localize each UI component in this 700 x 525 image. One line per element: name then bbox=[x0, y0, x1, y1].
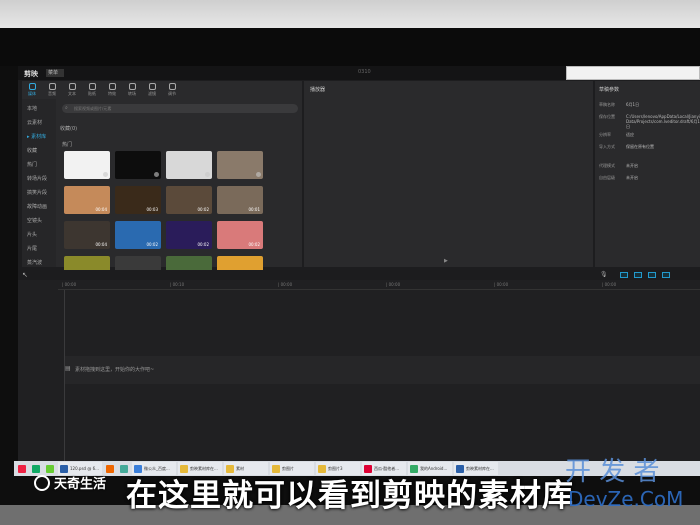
thumbnail-duration: 00:03 bbox=[146, 207, 158, 212]
property-value: 6月1日 bbox=[626, 102, 640, 107]
download-icon[interactable] bbox=[205, 172, 210, 177]
thumbnail-duration: 00:04 bbox=[95, 207, 107, 212]
property-key: 自由层级 bbox=[599, 175, 615, 180]
thumbnail-duration: 00:02 bbox=[197, 242, 209, 247]
site-watermark-cn: 开 发 者 bbox=[565, 457, 660, 487]
thumbnail-grid: 00:04 00:03 00:02 00:01 00:04 00:02 00:02 00:02… bbox=[22, 81, 302, 284]
media-thumbnail[interactable] bbox=[217, 151, 263, 179]
property-value: 未开启 bbox=[626, 163, 638, 168]
ruler-tick: | 00:00 bbox=[386, 282, 401, 287]
property-key: 代理模式 bbox=[599, 163, 615, 168]
jianying-app-window: 剪映 菜单 0310 媒体 音频 文本 贴纸 特效 转场 滤镜 调节 本地 云素材 ▸ 素材库 收藏… bbox=[18, 66, 700, 461]
property-key: 草稿名称 bbox=[599, 102, 615, 107]
ruler-tick: | 00:00 bbox=[602, 282, 617, 287]
microphone-icon[interactable]: 🎙 bbox=[600, 271, 608, 278]
property-value: 未开启 bbox=[626, 175, 638, 180]
ruler-tick: | 00:00 bbox=[494, 282, 509, 287]
media-thumbnail[interactable] bbox=[64, 151, 110, 179]
player-panel: 播放器 ▶ bbox=[304, 81, 593, 267]
media-thumbnail[interactable]: 00:02 bbox=[166, 186, 212, 214]
property-value: 保留在原有位置 bbox=[626, 144, 654, 149]
thumbnail-duration: 00:01 bbox=[248, 207, 260, 212]
menu-button[interactable]: 菜单 bbox=[46, 69, 64, 77]
ruler-tick: | 00:00 bbox=[278, 282, 293, 287]
thumbnail-duration: 00:02 bbox=[197, 207, 209, 212]
player-title: 播放器 bbox=[310, 87, 326, 93]
thumbnail-duration: 00:02 bbox=[248, 242, 260, 247]
property-key: 保存位置 bbox=[599, 114, 615, 119]
timeline-toggle-1[interactable] bbox=[620, 272, 628, 278]
thumbnail-duration: 00:02 bbox=[146, 242, 158, 247]
background-wall bbox=[0, 0, 700, 28]
media-library-panel: 媒体 音频 文本 贴纸 特效 转场 滤镜 调节 本地 云素材 ▸ 素材库 收藏 热门 转场片段 搞笑片段故… bbox=[22, 81, 302, 284]
download-icon[interactable] bbox=[154, 172, 159, 177]
media-thumbnail[interactable] bbox=[166, 151, 212, 179]
media-thumbnail[interactable]: 00:04 bbox=[64, 221, 110, 249]
track-icon: ▤ bbox=[65, 365, 71, 372]
media-thumbnail[interactable]: 00:04 bbox=[64, 186, 110, 214]
ruler-tick: | 00:10 bbox=[170, 282, 185, 287]
window-title: 0310 bbox=[358, 69, 371, 75]
media-thumbnail[interactable]: 00:03 bbox=[115, 186, 161, 214]
property-key: 分辨率 bbox=[599, 132, 611, 137]
media-thumbnail[interactable]: 00:02 bbox=[217, 221, 263, 249]
monitor-bezel bbox=[0, 28, 700, 66]
timeline-toggle-2[interactable] bbox=[634, 272, 642, 278]
timeline-toolbar: ↖ 🎙 bbox=[18, 270, 700, 280]
title-bar: 剪映 菜单 0310 bbox=[18, 66, 700, 80]
timeline-toggle-4[interactable] bbox=[662, 272, 670, 278]
property-key: 导入方式 bbox=[599, 144, 615, 149]
properties-panel: 草稿参数 草稿名称 6月1日保存位置 C:/Users/lenovo/AppData… bbox=[595, 81, 700, 267]
timeline-ruler: | 00:00 | 00:10 | 00:00 | 00:00 | 00:00 | 00:… bbox=[58, 282, 700, 290]
download-icon[interactable] bbox=[103, 172, 108, 177]
timeline-panel: ↖ 🎙 | 00:00 | 00:10 | 00:00 | 00:00 | 00:00 |… bbox=[18, 270, 700, 461]
timeline-toggle-3[interactable] bbox=[648, 272, 656, 278]
site-watermark-en: DevZe.CoM bbox=[568, 487, 684, 511]
cursor-tool-icon[interactable]: ↖ bbox=[22, 271, 28, 279]
properties-title: 草稿参数 bbox=[599, 87, 620, 93]
main-track-dropzone[interactable]: ▤ 素材拖拽到这里，开始你的大作吧~ bbox=[65, 356, 700, 384]
ruler-tick: | 00:00 bbox=[62, 282, 77, 287]
screen-capture: 剪映 菜单 0310 媒体 音频 文本 贴纸 特效 转场 滤镜 调节 本地 云素材 ▸ 素材库 收藏… bbox=[0, 0, 700, 525]
app-name: 剪映 bbox=[24, 70, 38, 78]
overlay-window bbox=[566, 66, 700, 80]
drop-hint: 素材拖拽到这里，开始你的大作吧~ bbox=[75, 367, 155, 373]
media-thumbnail[interactable] bbox=[115, 151, 161, 179]
media-thumbnail[interactable]: 00:02 bbox=[115, 221, 161, 249]
property-value: 适应 bbox=[626, 132, 634, 137]
play-icon[interactable]: ▶ bbox=[444, 258, 448, 264]
download-icon[interactable] bbox=[256, 172, 261, 177]
thumbnail-duration: 00:04 bbox=[95, 242, 107, 247]
property-value: C:/Users/lenovo/AppData/Local/JianyingPr… bbox=[626, 114, 700, 129]
media-thumbnail[interactable]: 00:01 bbox=[217, 186, 263, 214]
player-controls: ▶ bbox=[304, 257, 593, 267]
media-thumbnail[interactable]: 00:02 bbox=[166, 221, 212, 249]
